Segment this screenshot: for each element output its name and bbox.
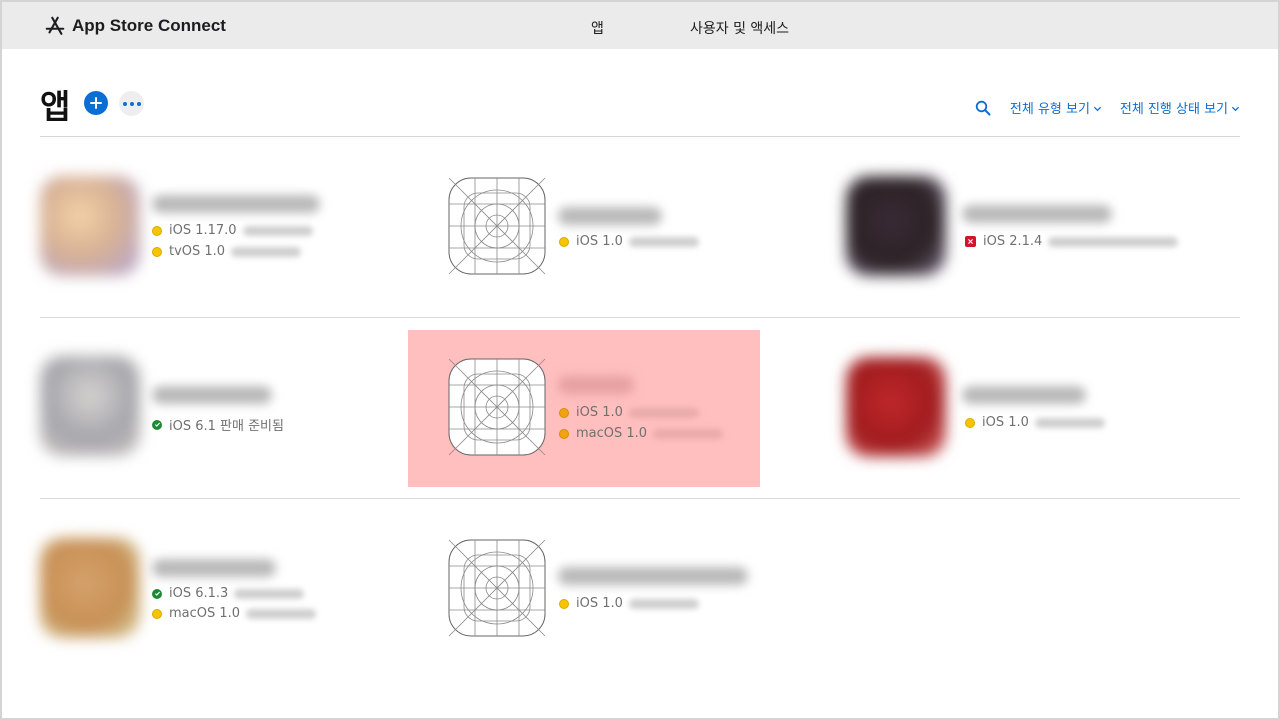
redacted-note (242, 225, 313, 236)
plus-icon (90, 97, 102, 109)
app-status: macOS 1.0 (559, 426, 724, 441)
redacted-note (1048, 236, 1179, 247)
page-title: 앱 (40, 87, 71, 126)
status-dot-icon (559, 407, 569, 418)
filter-type-dropdown[interactable]: 전체 유형 보기 (1010, 98, 1102, 117)
app-placeholder-icon (448, 358, 546, 456)
filter-type-label: 전체 유형 보기 (1009, 102, 1090, 117)
app-icon (40, 356, 140, 456)
app-name-redacted (962, 205, 1112, 223)
nav-users-access[interactable]: 사용자 및 액세스 (690, 18, 789, 38)
app-status: iOS 6.1 판매 준비됨 (152, 415, 284, 434)
dot-icon (129, 101, 134, 106)
status-dot-icon (965, 417, 975, 428)
app-store-icon (45, 16, 65, 35)
app-status: iOS 1.0 (965, 415, 1105, 430)
search-icon[interactable] (975, 100, 991, 116)
app-icon (40, 176, 140, 276)
app-status: macOS 1.0 (152, 606, 317, 621)
chevron-down-icon (1093, 106, 1102, 112)
redacted-note (628, 236, 699, 247)
app-status: iOS 1.0 (559, 405, 699, 420)
chevron-down-icon (1231, 106, 1240, 112)
more-options-button[interactable] (119, 91, 144, 116)
redacted-note (628, 598, 699, 609)
filter-status-label: 전체 진행 상태 보기 (1119, 102, 1228, 117)
rejected-icon (965, 236, 976, 247)
app-placeholder-icon (448, 177, 546, 275)
status-text: iOS 6.1 판매 준비됨 (169, 419, 284, 434)
status-dot-icon (152, 246, 162, 257)
toolbar: 전체 유형 보기 전체 진행 상태 보기 (975, 98, 1240, 117)
app-name-redacted (152, 195, 320, 213)
status-text: iOS 1.0 (576, 405, 623, 420)
app-status: iOS 6.1.3 (152, 586, 305, 601)
app-name-redacted (558, 207, 662, 225)
filter-status-dropdown[interactable]: 전체 진행 상태 보기 (1120, 98, 1240, 117)
status-text: iOS 1.17.0 (169, 223, 237, 238)
brand[interactable]: App Store Connect (44, 15, 226, 37)
app-name-redacted (558, 567, 748, 585)
redacted-note (653, 428, 724, 439)
status-dot-icon (559, 598, 569, 609)
redacted-note (628, 407, 699, 418)
status-text: iOS 2.1.4 (983, 234, 1043, 249)
dot-icon (122, 101, 127, 106)
app-name-redacted (962, 386, 1086, 404)
divider (40, 498, 1240, 499)
app-status: iOS 1.17.0 (152, 223, 313, 238)
status-dot-icon (559, 236, 569, 247)
redacted-note (234, 588, 305, 599)
add-app-button[interactable] (84, 91, 108, 115)
dot-icon (136, 101, 141, 106)
app-name-redacted (558, 376, 634, 394)
redacted-note (246, 608, 317, 619)
check-icon (152, 419, 162, 430)
status-text: iOS 1.0 (576, 234, 623, 249)
app-icon (40, 538, 140, 638)
status-text: macOS 1.0 (576, 426, 648, 441)
divider (40, 136, 1240, 137)
app-icon (846, 176, 946, 276)
status-dot-icon (559, 428, 569, 439)
status-text: iOS 6.1.3 (169, 586, 229, 601)
top-bar: App Store Connect 앱 사용자 및 액세스 (2, 2, 1278, 49)
brand-title: App Store Connect (72, 16, 226, 35)
status-dot-icon (152, 608, 162, 619)
status-dot-icon (152, 225, 162, 236)
app-name-redacted (152, 559, 276, 577)
app-status: iOS 1.0 (559, 596, 699, 611)
app-status: iOS 1.0 (559, 234, 699, 249)
status-text: iOS 1.0 (576, 596, 623, 611)
status-text: iOS 1.0 (982, 415, 1029, 430)
nav-apps[interactable]: 앱 (591, 18, 604, 38)
app-icon (846, 357, 946, 457)
status-text: macOS 1.0 (169, 606, 241, 621)
app-name-redacted (152, 386, 272, 404)
app-status: tvOS 1.0 (152, 244, 302, 259)
divider (40, 317, 1240, 318)
status-text: tvOS 1.0 (169, 244, 226, 259)
redacted-note (1034, 417, 1105, 428)
app-status: iOS 2.1.4 (965, 234, 1179, 249)
app-placeholder-icon (448, 539, 546, 637)
redacted-note (231, 246, 302, 257)
check-icon (152, 588, 162, 599)
